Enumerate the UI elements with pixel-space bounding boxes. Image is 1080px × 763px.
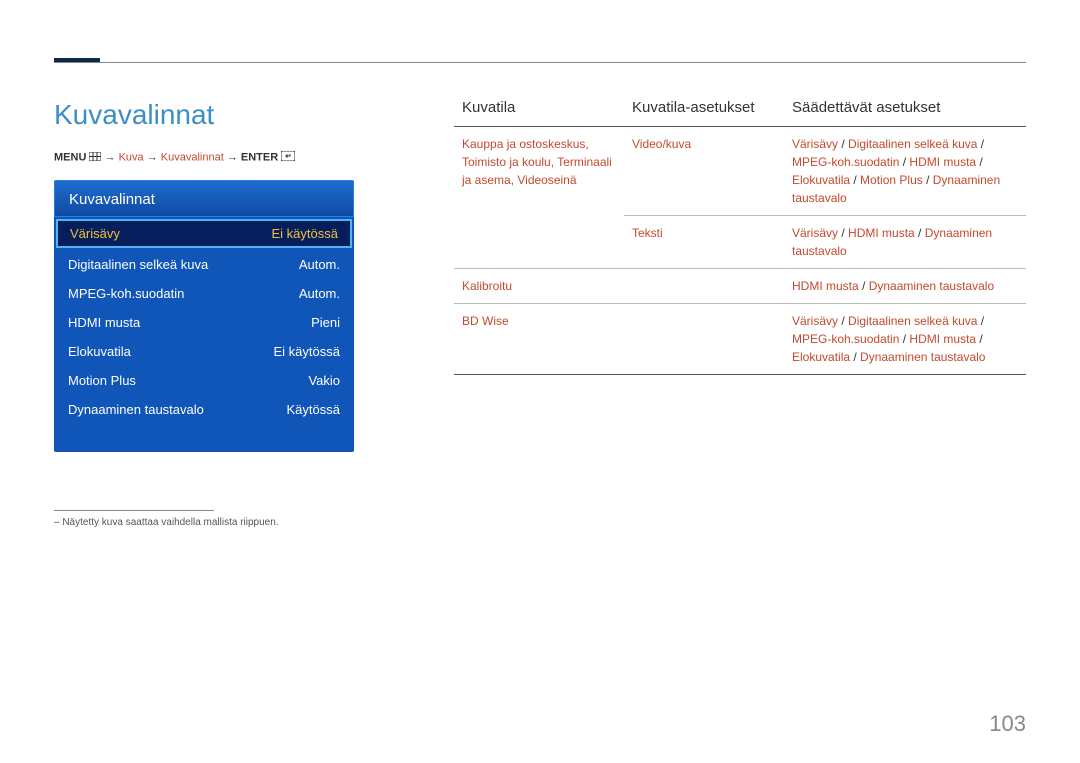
setting-name: MPEG-koh.suodatin [792,155,899,169]
table-header-saadettavat: Säädettävät asetukset [784,99,1026,127]
menu-row[interactable]: Motion Plus Vakio [54,366,354,395]
table-cell-saadettavat: Värisävy / HDMI musta / Dynaaminen taust… [784,216,1026,269]
table-cell-kuvatila: Kalibroitu [454,269,624,304]
breadcrumb-path2: Kuvavalinnat [161,151,224,163]
menu-row[interactable]: Elokuvatila Ei käytössä [54,337,354,366]
table-cell-asetukset [624,269,784,304]
menu-grid-icon [89,152,101,164]
menu-row-label: HDMI musta [68,315,140,330]
menu-row-value: Autom. [299,286,340,301]
menu-row-label: MPEG-koh.suodatin [68,286,184,301]
menu-row-label: Värisävy [70,226,120,241]
separator: / [915,226,925,240]
table-row: BD Wise Värisävy / Digitaalinen selkeä ku… [454,304,1026,375]
separator: / [838,226,848,240]
menu-row-value: Vakio [308,373,340,388]
breadcrumb-path1: Kuva [119,151,144,163]
setting-name: HDMI musta [909,332,976,346]
separator: / [976,332,983,346]
table-cell-asetukset: Teksti [624,216,784,269]
separator: / [977,137,984,151]
setting-name: HDMI musta [848,226,915,240]
setting-name: Elokuvatila [792,350,850,364]
separator: / [859,279,869,293]
setting-name: HDMI musta [792,279,859,293]
separator: / [838,314,848,328]
settings-table: Kuvatila Kuvatila-asetukset Säädettävät … [454,99,1026,375]
setting-name: MPEG-koh.suodatin [792,332,899,346]
page-number: 103 [989,711,1026,737]
breadcrumb-arrow: → [227,151,238,163]
menu-row-value: Pieni [311,315,340,330]
table-cell-kuvatila: BD Wise [454,304,624,375]
table-cell-saadettavat: Värisävy / Digitaalinen selkeä kuva / MP… [784,127,1026,216]
menu-row-value: Autom. [299,257,340,272]
breadcrumb: MENU → Kuva → Kuvavalinnat → ENTER [54,151,354,164]
menu-row[interactable]: Värisävy Ei käytössä [56,219,352,248]
setting-name: Dynaaminen taustavalo [860,350,985,364]
setting-name: Digitaalinen selkeä kuva [848,137,977,151]
menu-row-value: Ei käytössä [274,344,340,359]
footnote: – Näytetty kuva saattaa vaihdella mallis… [54,517,354,528]
table-header-kuvatila: Kuvatila [454,99,624,127]
table-cell-saadettavat: Värisävy / Digitaalinen selkeä kuva / MP… [784,304,1026,375]
setting-name: Värisävy [792,137,838,151]
separator: / [923,173,933,187]
menu-row[interactable]: Dynaaminen taustavalo Käytössä [54,395,354,424]
setting-name: Värisävy [792,226,838,240]
enter-icon [281,151,295,164]
menu-row-label: Dynaaminen taustavalo [68,402,204,417]
table-cell-kuvatila: Kauppa ja ostoskeskus, Toimisto ja koulu… [454,127,624,269]
menu-row[interactable]: Digitaalinen selkeä kuva Autom. [54,250,354,279]
table-cell-saadettavat: HDMI musta / Dynaaminen taustavalo [784,269,1026,304]
table-header-kuvatila-asetukset: Kuvatila-asetukset [624,99,784,127]
setting-name: Dynaaminen taustavalo [869,279,994,293]
separator: / [976,155,983,169]
separator: / [899,332,909,346]
separator: / [850,350,860,364]
setting-name: HDMI musta [909,155,976,169]
menu-row-label: Elokuvatila [68,344,131,359]
breadcrumb-arrow: → [147,151,158,163]
setting-name: Motion Plus [860,173,923,187]
table-row: Kauppa ja ostoskeskus, Toimisto ja koulu… [454,127,1026,216]
separator: / [838,137,848,151]
page-title: Kuvavalinnat [54,99,354,131]
menu-row-label: Digitaalinen selkeä kuva [68,257,208,272]
menu-row-value: Käytössä [287,402,340,417]
setting-name: Elokuvatila [792,173,850,187]
setting-name: Digitaalinen selkeä kuva [848,314,977,328]
breadcrumb-arrow: → [105,151,116,163]
right-column: Kuvatila Kuvatila-asetukset Säädettävät … [454,99,1026,528]
table-cell-asetukset: Video/kuva [624,127,784,216]
separator: / [899,155,909,169]
separator: / [977,314,984,328]
menu-panel-header: Kuvavalinnat [54,180,354,217]
footnote-rule [54,510,214,511]
top-rule [54,62,1026,63]
setting-name: Värisävy [792,314,838,328]
page-container: Kuvavalinnat MENU → Kuva → Kuvavalinnat … [0,0,1080,568]
menu-row[interactable]: HDMI musta Pieni [54,308,354,337]
separator: / [850,173,860,187]
menu-panel: Kuvavalinnat Värisävy Ei käytössä Digitaal… [54,180,354,452]
table-cell-asetukset [624,304,784,375]
breadcrumb-enter: ENTER [241,151,278,163]
breadcrumb-menu: MENU [54,151,86,163]
menu-row-label: Motion Plus [68,373,136,388]
menu-row[interactable]: MPEG-koh.suodatin Autom. [54,279,354,308]
left-column: Kuvavalinnat MENU → Kuva → Kuvavalinnat … [54,99,354,528]
menu-row-value: Ei käytössä [272,226,338,241]
table-row: Kalibroitu HDMI musta / Dynaaminen tausta… [454,269,1026,304]
